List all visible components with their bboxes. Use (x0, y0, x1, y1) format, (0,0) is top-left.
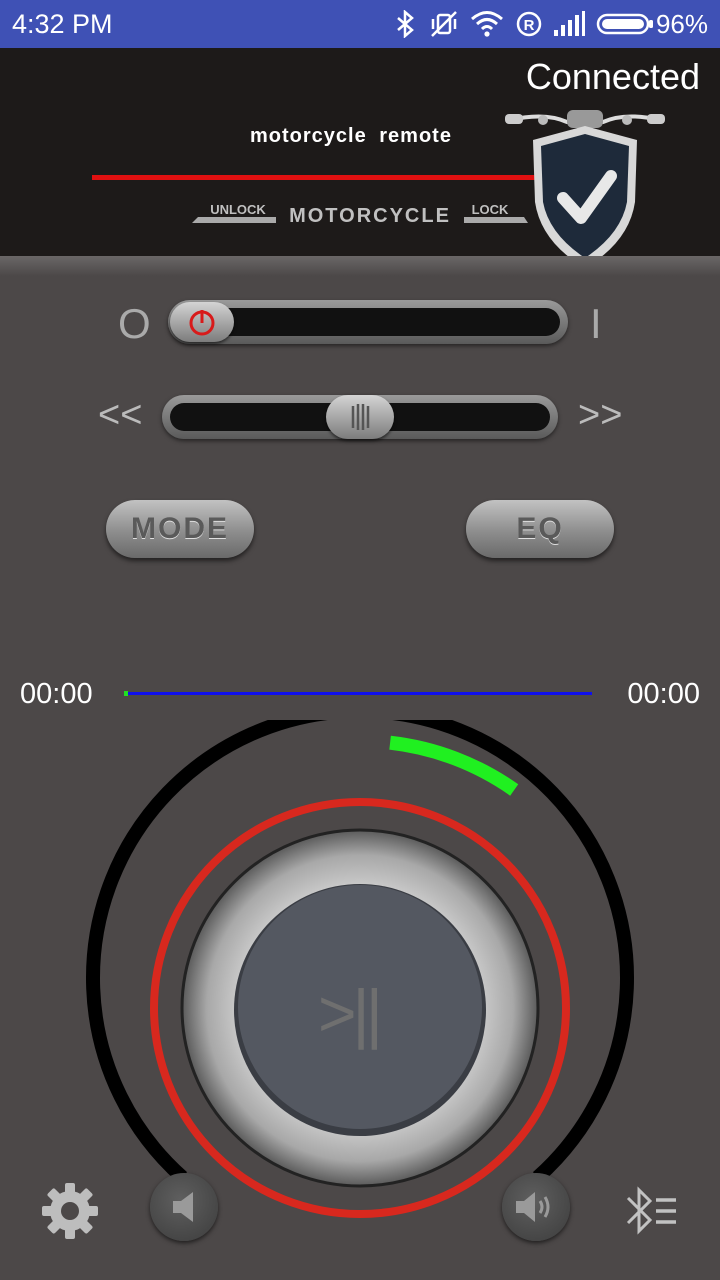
bluetooth-icon (394, 10, 416, 38)
power-icon (189, 310, 215, 336)
speaker-loud-icon (516, 1192, 550, 1222)
motorcycle-logo: UNLOCK MOTORCYCLE LOCK (192, 202, 528, 227)
power-switch[interactable] (168, 300, 568, 344)
bluetooth-list-icon (626, 1186, 676, 1235)
speaker-icon (173, 1192, 193, 1222)
logo-unlock-text: UNLOCK (210, 202, 266, 217)
logo-lock-text: LOCK (472, 202, 509, 217)
settings-button[interactable] (40, 1181, 100, 1246)
volume-down-button[interactable] (150, 1173, 218, 1241)
wifi-icon (470, 10, 504, 38)
status-time: 4:32 PM (12, 9, 113, 39)
total-time: 00:00 (627, 678, 700, 710)
power-off-label: O (118, 300, 151, 347)
current-time: 00:00 (20, 678, 93, 710)
vibrate-off-icon (428, 10, 460, 38)
next-track-button[interactable]: >> (578, 394, 622, 437)
svg-text:R: R (524, 17, 535, 34)
play-pause-label[interactable]: >|| (318, 975, 383, 1051)
track-slider[interactable] (162, 395, 558, 439)
roaming-icon: R (514, 10, 544, 38)
header-accent-line (92, 175, 562, 180)
track-slider-knob[interactable] (326, 395, 394, 439)
mode-button[interactable]: MODE (106, 500, 254, 558)
gear-icon (42, 1183, 98, 1239)
battery-icon (596, 10, 654, 38)
battery-percent: 96% (655, 9, 708, 39)
previous-track-button[interactable]: << (98, 394, 142, 437)
bluetooth-menu-button[interactable] (622, 1180, 682, 1247)
eq-button[interactable]: EQ (466, 500, 614, 558)
logo-main-text: MOTORCYCLE (289, 205, 451, 227)
header-divider (0, 256, 720, 276)
status-bar: 4:32 PM R 96% (0, 0, 720, 48)
power-on-label: I (590, 300, 602, 347)
connection-status: Connected (525, 56, 700, 97)
app-header: Connected motorcycle remote UNLOCK MOTOR… (0, 48, 720, 268)
grip-icon (351, 404, 370, 430)
signal-icon (552, 10, 586, 38)
playback-progress-marker (124, 691, 128, 696)
playback-progress-bar[interactable] (126, 692, 592, 695)
power-switch-knob[interactable] (170, 302, 234, 342)
volume-up-button[interactable] (502, 1173, 570, 1241)
app-title: motorcycle remote (250, 125, 452, 147)
